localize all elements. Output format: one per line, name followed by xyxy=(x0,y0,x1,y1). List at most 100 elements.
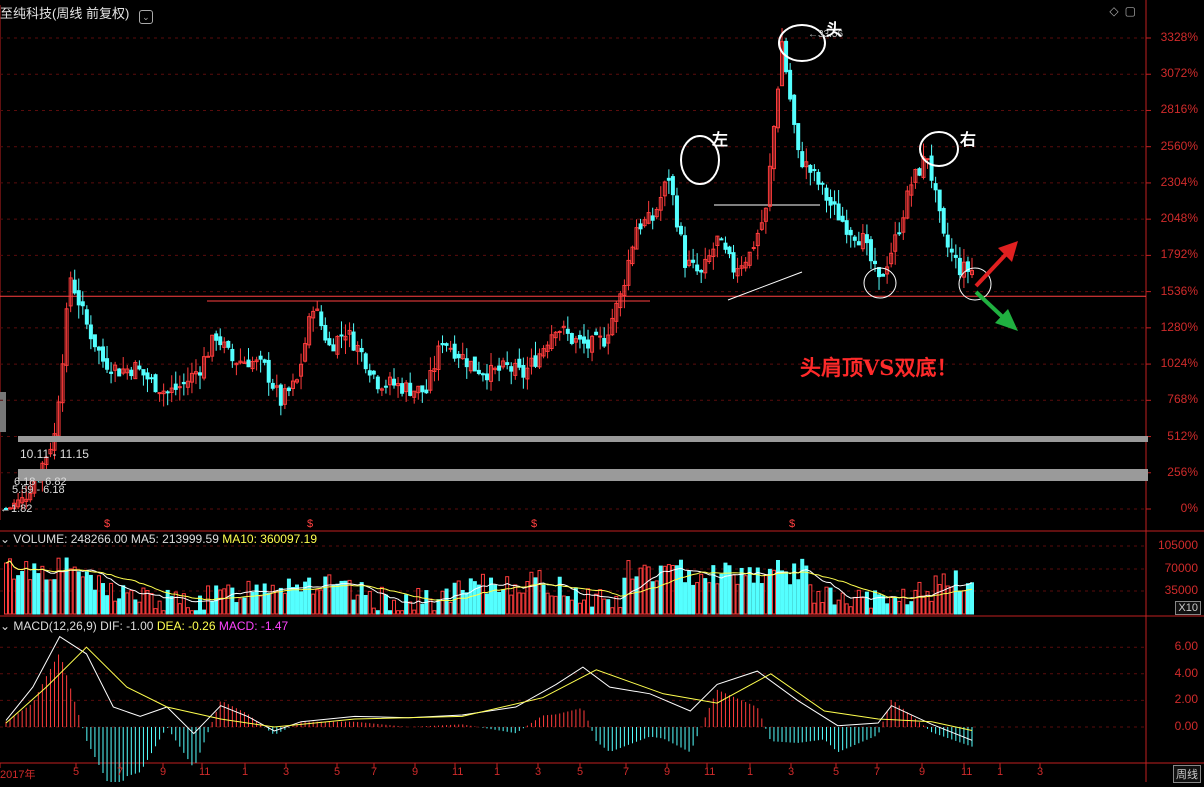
candle-body xyxy=(505,362,510,366)
candle-body xyxy=(375,376,380,390)
volume-collapse-icon[interactable]: ⌄ xyxy=(0,532,10,546)
candle-body xyxy=(109,371,114,374)
candle-body xyxy=(602,338,607,347)
chart-title: 至纯科技(周线 前复权) ⌄ xyxy=(0,3,153,24)
volume-legend: ⌄ VOLUME: 248266.00 MA5: 213999.59 MA10:… xyxy=(0,532,317,546)
volume-bar xyxy=(311,593,316,615)
volume-bar xyxy=(323,576,328,615)
volume-bar xyxy=(606,599,611,615)
candle-body xyxy=(214,333,219,341)
candle-body xyxy=(840,215,845,222)
candle-body xyxy=(577,334,582,340)
price-tick-label: 3328% xyxy=(1160,30,1198,44)
left-shoulder-label: 左 xyxy=(712,130,729,149)
candle-body xyxy=(638,223,643,230)
volume-tick-label: 105000 xyxy=(1157,538,1198,552)
stock-chart-svg: $ $ $ $ xyxy=(0,0,1204,787)
macd-tick-label: 4.00 xyxy=(1174,665,1198,680)
volume-bar xyxy=(12,578,17,615)
candle-body xyxy=(832,201,837,205)
candle-body xyxy=(448,347,453,350)
candle-body xyxy=(683,235,688,268)
x-tick-label: 7 xyxy=(117,766,124,778)
volume-bar xyxy=(812,602,817,615)
volume-bar xyxy=(404,594,409,615)
volume-bar xyxy=(367,590,372,615)
volume-bar xyxy=(141,587,146,615)
volume-bar xyxy=(20,571,25,615)
volume-bar xyxy=(36,573,41,615)
period-bar-1[interactable] xyxy=(18,436,1148,442)
low-value-label: ←1.82 xyxy=(0,503,33,515)
chevron-down-icon[interactable]: ⌄ xyxy=(138,10,153,24)
volume-bar xyxy=(691,584,696,615)
price-tick-label: 1792% xyxy=(1160,247,1198,262)
period-label[interactable]: 周线 xyxy=(1173,765,1201,783)
x-tick-label: 9 xyxy=(160,766,167,778)
volume-bar xyxy=(885,603,890,615)
volume-bar xyxy=(105,595,110,615)
volume-bar xyxy=(674,565,679,615)
period-bar-3[interactable] xyxy=(18,475,1148,481)
x-tick-label: 5 xyxy=(577,766,584,778)
candle-body xyxy=(719,238,724,241)
volume-bar xyxy=(683,582,688,615)
volume-bar xyxy=(4,562,8,615)
price-tick-label: 512% xyxy=(1167,428,1198,443)
volume-bar xyxy=(505,576,510,615)
candle-body xyxy=(941,208,946,234)
candle-body xyxy=(872,260,877,265)
volume-bar xyxy=(84,571,89,615)
price-tick-label: 3072% xyxy=(1160,66,1198,81)
square-icon[interactable]: ▢ xyxy=(1125,4,1142,18)
volume-bar xyxy=(771,569,776,615)
volume-bar xyxy=(476,584,481,615)
candle-body xyxy=(699,270,704,273)
volume-bar xyxy=(28,579,33,615)
x-tick-label: 5 xyxy=(334,766,341,778)
x-tick-label: 5 xyxy=(833,766,840,778)
volume-bar xyxy=(897,600,902,615)
volume-bar xyxy=(901,588,906,615)
stock-title: 至纯科技(周线 前复权) xyxy=(0,6,130,21)
volume-unit: X10 xyxy=(1175,601,1201,615)
macd-collapse-icon[interactable]: ⌄ xyxy=(0,619,10,633)
event-marker: $ xyxy=(307,518,313,530)
candle-body xyxy=(949,248,954,253)
candle-body xyxy=(408,382,413,396)
volume-bar xyxy=(820,602,825,615)
candle-body xyxy=(92,334,97,348)
volume-bar xyxy=(650,581,655,615)
volume-bar xyxy=(497,591,502,615)
volume-bar xyxy=(872,590,877,615)
head-label: 头 xyxy=(826,20,843,39)
volume-bar xyxy=(763,574,768,615)
candle-body xyxy=(917,168,922,176)
diamond-icon[interactable]: ◇ xyxy=(1109,4,1124,18)
x-tick-label: 7 xyxy=(623,766,630,778)
volume-bar xyxy=(844,603,849,615)
candle-body xyxy=(424,389,429,394)
candle-body xyxy=(476,369,481,375)
candle-body xyxy=(452,343,457,359)
x-tick-label: 11 xyxy=(704,766,716,778)
candle-body xyxy=(420,385,425,393)
x-tick-label: 1 xyxy=(494,766,501,778)
volume-bar xyxy=(553,595,558,615)
volume-bar xyxy=(8,558,13,615)
volume-bar xyxy=(153,608,158,615)
candle-body xyxy=(731,252,736,273)
volume-bar xyxy=(695,582,700,615)
volume-bar xyxy=(359,582,364,615)
candle-body xyxy=(96,346,101,351)
volume-bar xyxy=(484,593,489,615)
volume-bar xyxy=(80,576,85,615)
price-tick-label: 256% xyxy=(1167,464,1198,479)
volume-bar xyxy=(274,590,279,615)
volume-bar xyxy=(610,607,615,615)
volume-bar xyxy=(808,584,813,615)
volume-bar xyxy=(796,579,801,615)
volume-bar xyxy=(282,592,287,615)
volume-bar xyxy=(375,610,380,615)
price-tick-label: 2560% xyxy=(1160,138,1198,153)
